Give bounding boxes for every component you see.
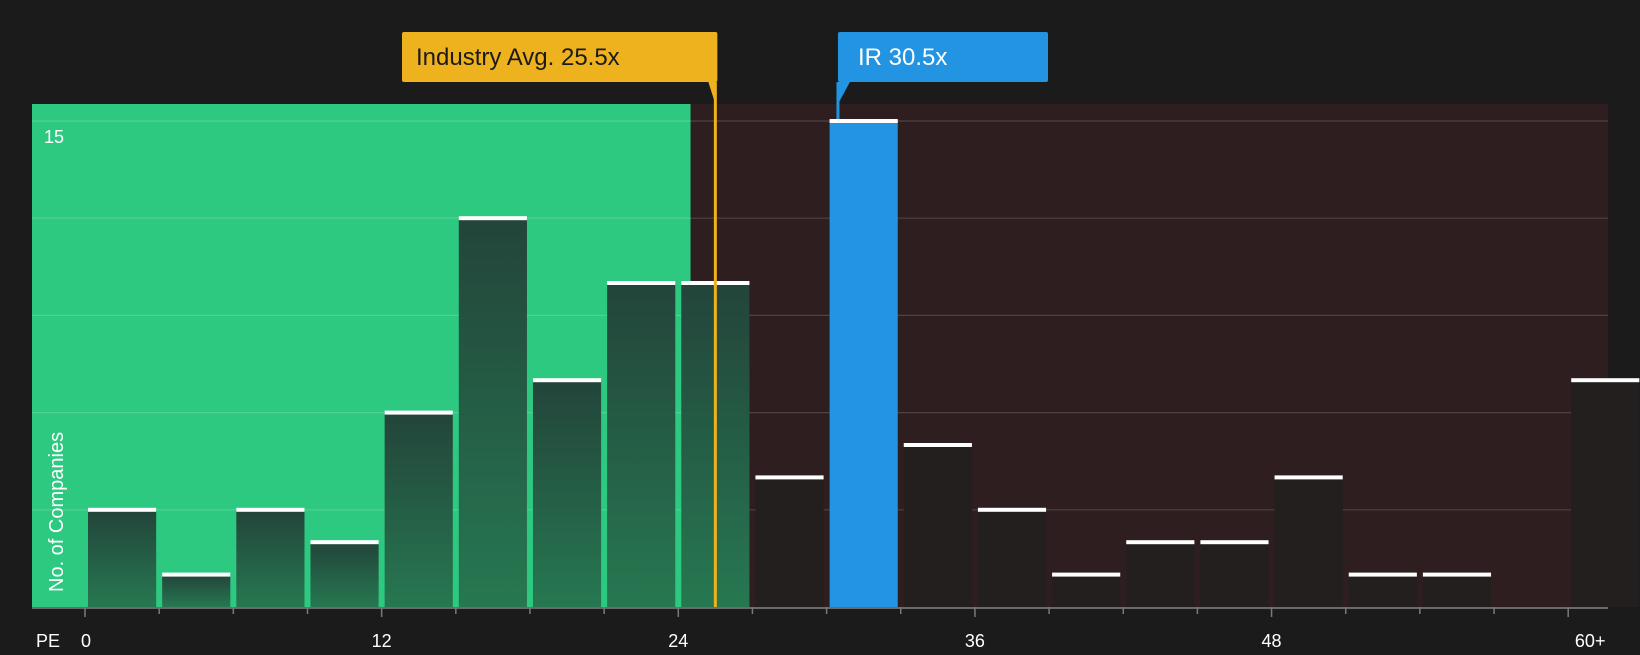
bar-top-cap [903,443,972,447]
x-tick-label: 36 [965,631,985,650]
x-tick-label: 48 [1262,631,1282,650]
histogram-bar [977,509,1047,607]
company-callout: IR 30.5x [837,32,1048,82]
company-label: IR 30.5x [858,44,947,71]
bar-top-cap [310,540,379,545]
histogram-bar [532,380,602,607]
pe-histogram-chart: 15 No. of Companies PE 0 12 24 36 48 60+ Indu… [0,0,1640,651]
expensive-region [690,104,1608,607]
histogram-bar [1126,542,1195,607]
x-tick-label: 12 [372,631,392,650]
bar-top-cap [607,281,676,285]
bar-top-cap [162,572,231,577]
bar-top-cap [1571,378,1640,383]
histogram-bar [88,509,157,607]
x-tick-label: 0 [81,631,91,650]
bar-top-cap [1200,540,1269,545]
industry-avg-callout: Industry Avg. 25.5x [402,32,718,82]
histogram-bar [384,412,453,607]
bar-top-cap [88,507,157,512]
histogram-bar [162,574,231,607]
histogram-bar [829,121,898,607]
y-axis-label: No. of Companies [46,432,68,592]
bar-top-cap [977,507,1047,512]
histogram-bar [607,283,676,607]
bar-top-cap [1126,540,1195,545]
histogram-bar [236,509,305,607]
bar-top-cap [532,378,602,383]
histogram-bar [1200,542,1269,607]
histogram-bar [755,477,824,607]
histogram-bar [458,218,527,607]
histogram-bar [1052,574,1121,607]
bar-top-cap [1052,572,1121,577]
bar-top-cap [1348,572,1417,577]
bar-top-cap [755,475,824,480]
x-tick-label: 24 [668,631,688,650]
bar-top-cap [829,119,898,123]
chart-svg: 15 No. of Companies PE 0 12 24 36 48 60+ Indu… [0,0,1640,651]
bar-top-cap [236,507,305,512]
histogram-bar [1274,477,1343,607]
bar-top-cap [1422,572,1492,577]
histogram-bar [1422,574,1492,607]
industry-avg-label: Industry Avg. 25.5x [416,44,620,71]
histogram-bar [1571,380,1640,607]
y-tick-label: 15 [44,127,64,147]
bar-top-cap [1274,475,1343,480]
bar-top-cap [384,410,453,415]
histogram-bar [1348,574,1417,607]
x-tick-label: 60+ [1575,631,1606,650]
x-axis-label: PE [36,631,60,650]
bar-top-cap [458,216,527,221]
histogram-bar [310,542,379,607]
histogram-bar [903,445,972,607]
